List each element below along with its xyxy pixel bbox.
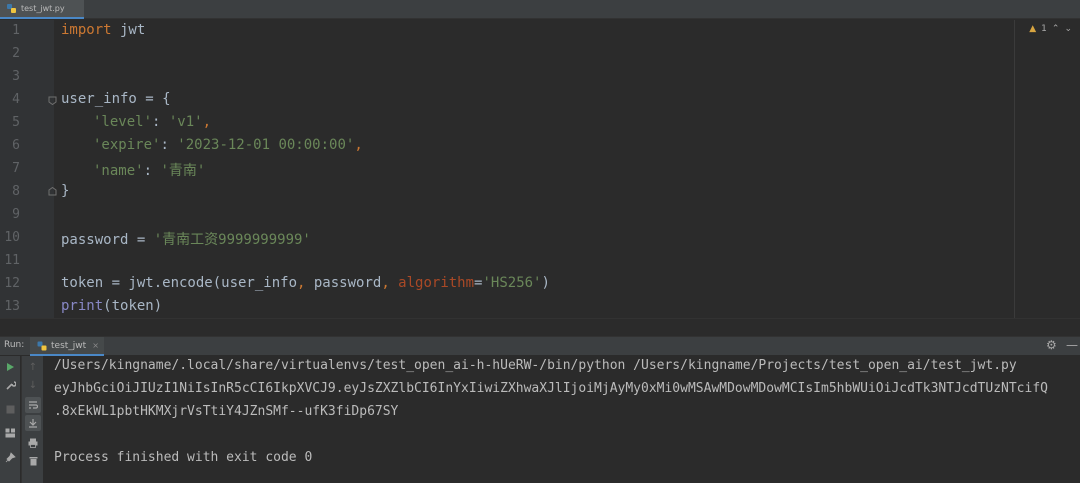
line-number: 2: [12, 46, 20, 61]
run-tool-window-header: Run: test_jwt × ⚙ —: [0, 336, 1080, 356]
previous-highlight-icon[interactable]: ⌃: [1052, 24, 1060, 34]
code-line-12: token = jwt.encode(user_info, password, …: [61, 275, 550, 291]
run-toolbar-left: [0, 356, 20, 483]
rerun-icon[interactable]: [2, 359, 18, 375]
inspection-widget[interactable]: ▲ 1 ⌃ ⌄: [1029, 24, 1072, 34]
console-command-line: /Users/kingname/.local/share/virtualenvs…: [54, 358, 1017, 373]
pin-icon[interactable]: [2, 449, 18, 465]
trash-icon[interactable]: [25, 453, 41, 469]
run-console-panel: ↑ ↓ /Users/kingname/.local/share/virtual…: [0, 356, 1080, 483]
console-output-line: eyJhbGciOiJIUzI1NiIsInR5cCI6IkpXVCJ9.eyJ…: [54, 381, 1048, 396]
line-number: 11: [4, 253, 20, 268]
stop-icon[interactable]: [2, 401, 18, 417]
line-number-gutter: 1 2 3 4 5 6 7 8 9 10 11 12 13: [0, 20, 57, 318]
line-number: 5: [12, 115, 20, 130]
line-number: 12: [4, 276, 20, 291]
python-file-icon: [6, 3, 17, 14]
right-margin-guide: [1014, 20, 1015, 318]
code-line-6: 'expire': '2023-12-01 00:00:00',: [93, 137, 363, 153]
fold-end-icon[interactable]: [48, 187, 57, 196]
line-number: 4: [12, 92, 20, 107]
run-toolbar-right: ↑ ↓: [21, 356, 43, 483]
console-output-line: .8xEkWL1pbtHKMXjrVsTtiY4JZnSMf--ufK3fiDp…: [54, 404, 399, 419]
warning-icon: ▲: [1029, 24, 1037, 34]
close-icon[interactable]: ×: [92, 341, 99, 350]
gear-icon[interactable]: ⚙: [1046, 338, 1057, 352]
editor-tab-test-jwt[interactable]: test_jwt.py: [0, 0, 84, 19]
line-number: 9: [12, 207, 20, 222]
editor-scrollbar[interactable]: [1071, 38, 1080, 316]
code-line-10: password = '青南工资9999999999': [61, 232, 311, 248]
line-number: 7: [12, 161, 20, 176]
arrow-up-icon[interactable]: ↑: [25, 359, 41, 375]
code-line-4: user_info = {: [61, 91, 171, 107]
code-line-13: print(token): [61, 298, 163, 314]
line-number: 8: [12, 184, 20, 199]
line-number: 1: [12, 23, 20, 38]
fold-collapse-icon[interactable]: [48, 96, 57, 105]
minimize-icon[interactable]: —: [1066, 338, 1078, 352]
code-line-1: import jwt: [61, 22, 146, 38]
run-tab-test-jwt[interactable]: test_jwt ×: [30, 337, 104, 356]
panel-splitter[interactable]: [0, 318, 1080, 336]
console-exit-message: Process finished with exit code 0: [54, 450, 313, 465]
code-editor[interactable]: 1 2 3 4 5 6 7 8 9 10 11 12 13 ▲ 1 ⌃ ⌄ im…: [0, 20, 1080, 318]
line-number: 10: [4, 230, 20, 245]
run-title: Run:: [4, 340, 25, 350]
line-number: 13: [4, 299, 20, 314]
run-tab-label: test_jwt: [51, 340, 87, 351]
next-highlight-icon[interactable]: ⌄: [1064, 24, 1072, 34]
layout-icon[interactable]: [2, 425, 18, 441]
arrow-down-icon[interactable]: ↓: [25, 377, 41, 393]
code-line-8: }: [61, 183, 70, 199]
print-icon[interactable]: [25, 435, 41, 451]
editor-tab-label: test_jwt.py: [21, 4, 65, 13]
editor-tab-bar: test_jwt.py: [0, 0, 1080, 19]
python-run-icon: [37, 336, 47, 355]
scroll-to-end-icon[interactable]: [25, 415, 41, 431]
warning-count: 1: [1041, 24, 1047, 34]
wrench-icon[interactable]: [2, 377, 18, 393]
line-number: 6: [12, 138, 20, 153]
line-number: 3: [12, 69, 20, 84]
soft-wrap-icon[interactable]: [25, 397, 41, 413]
code-line-7: 'name': '青南': [93, 163, 206, 179]
code-line-5: 'level': 'v1',: [93, 114, 212, 130]
